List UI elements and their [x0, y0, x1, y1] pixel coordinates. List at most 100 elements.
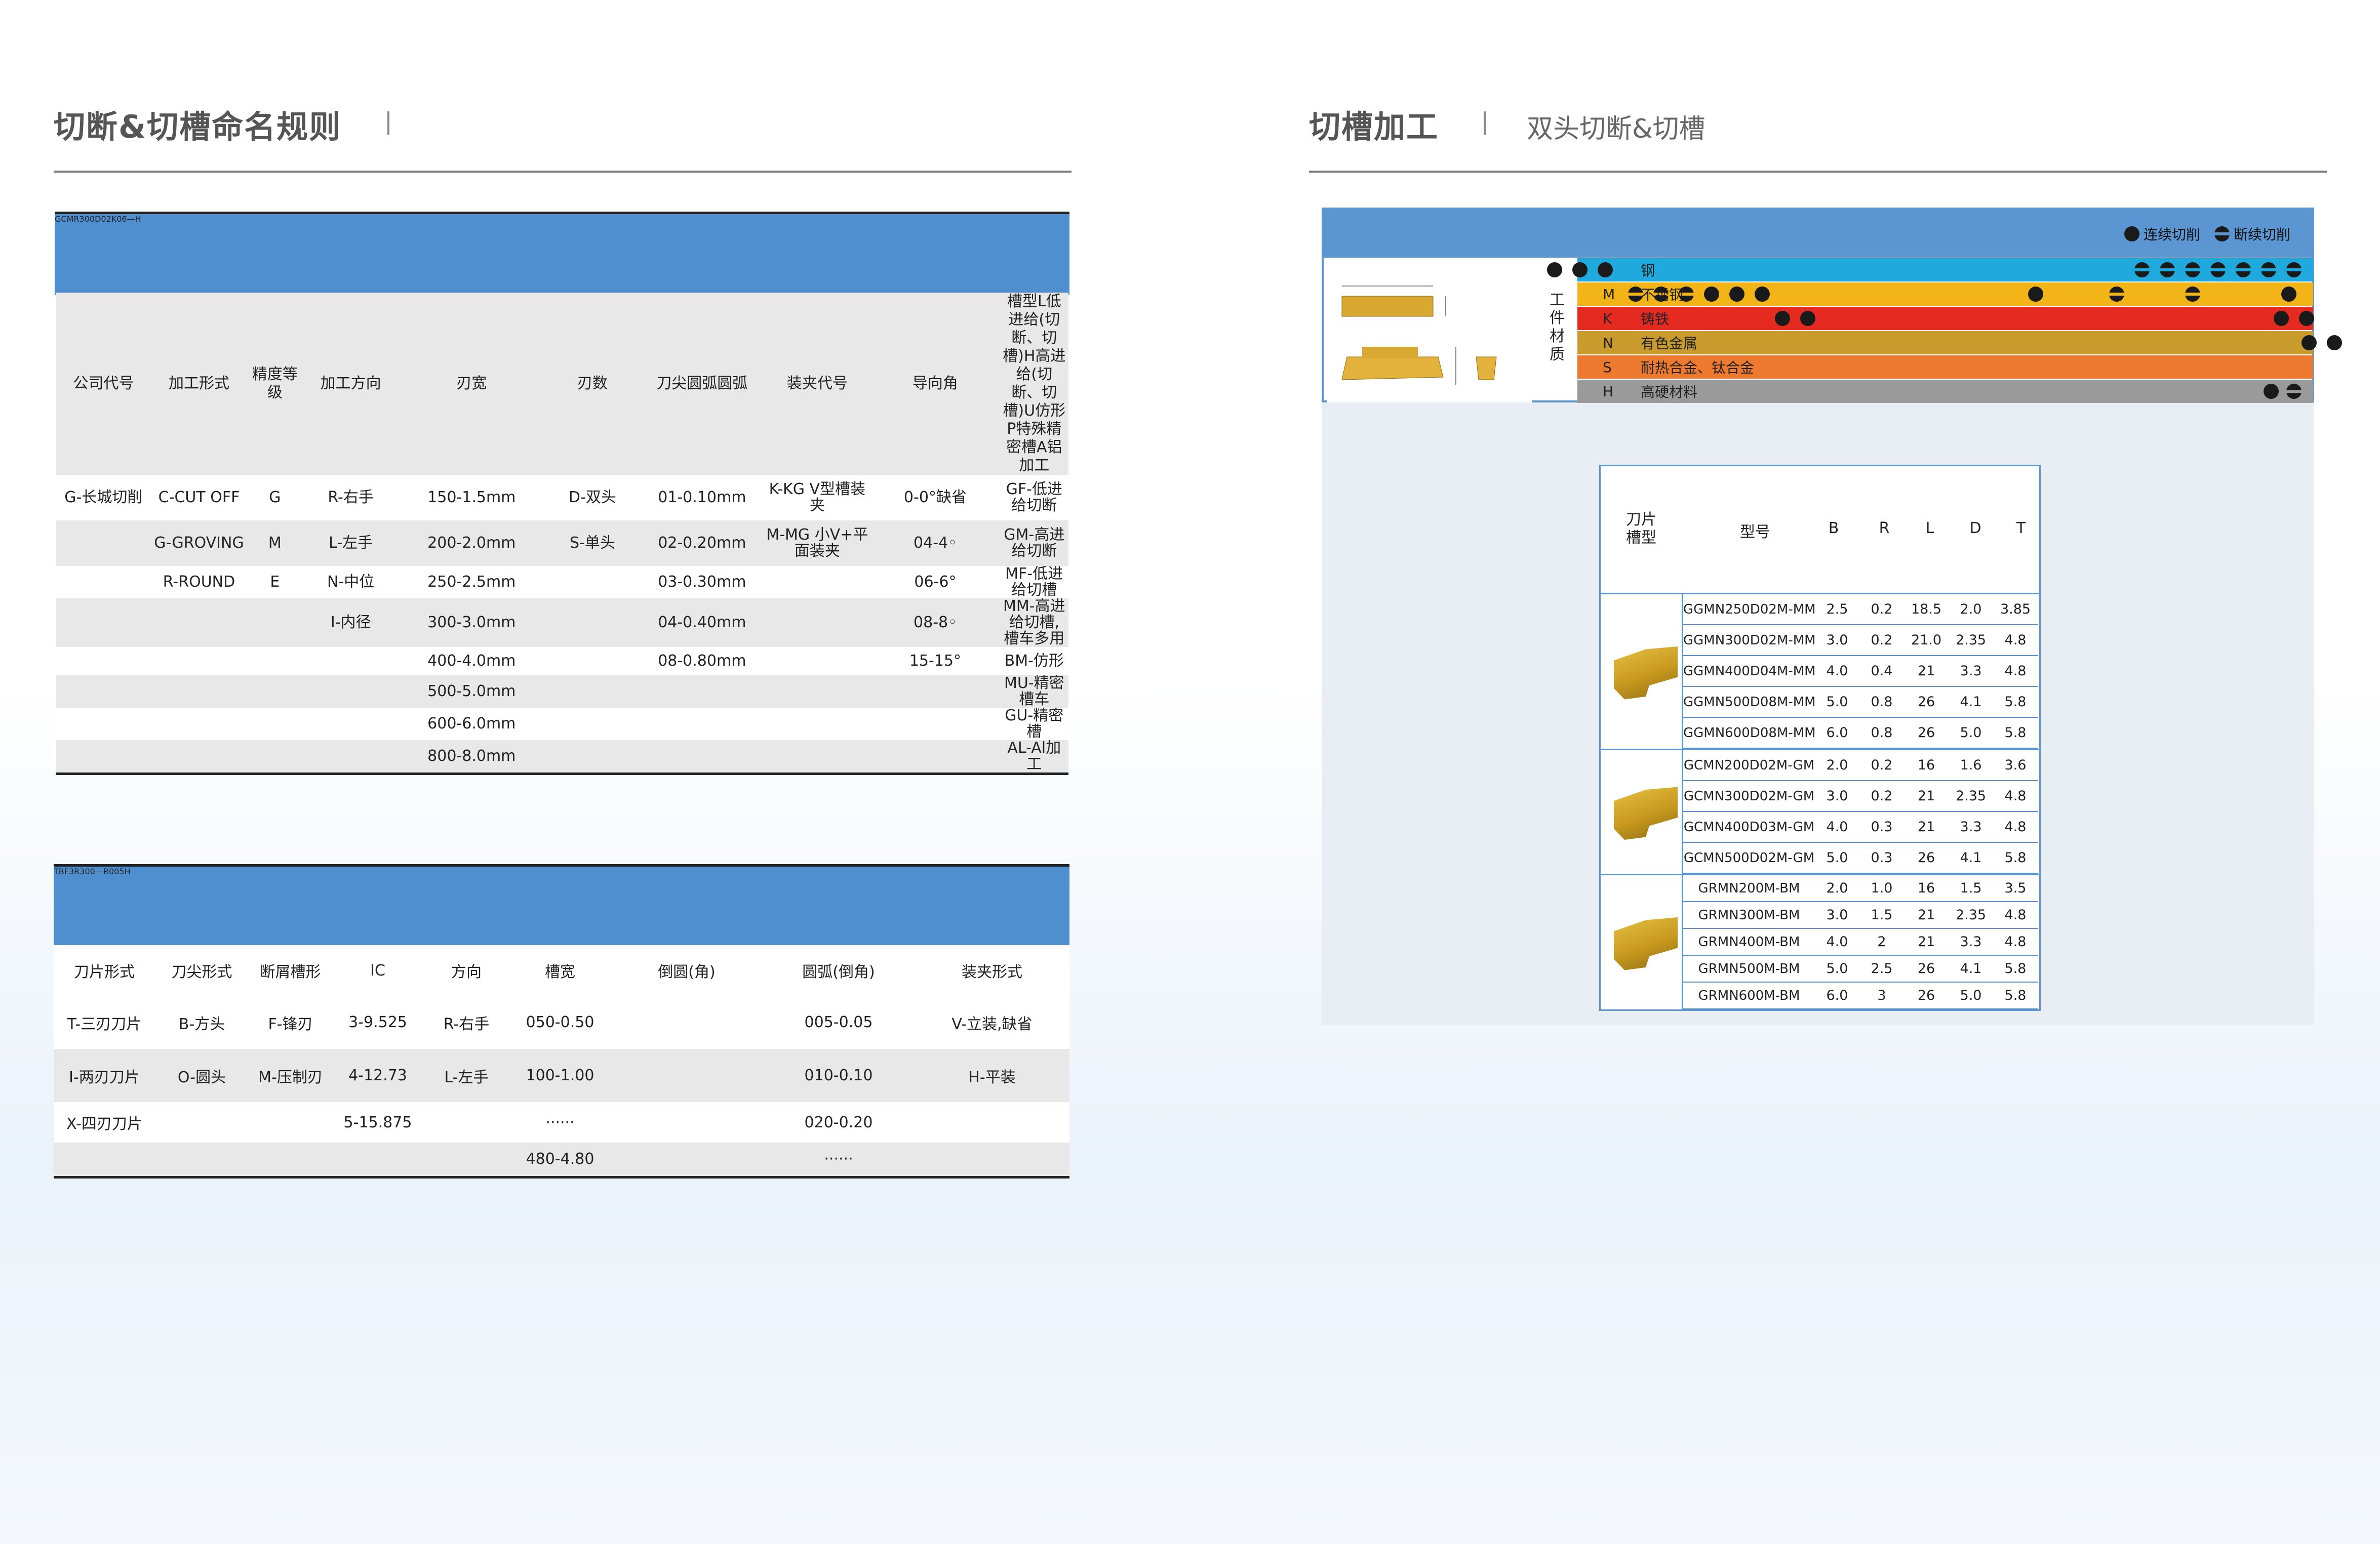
code-letter: R [73, 214, 80, 224]
spec-cell: 4.0 [1815, 656, 1859, 687]
table-cell [247, 647, 303, 675]
interrupted-cut-dot [2134, 262, 2150, 277]
material-rows: P钢M不锈钢 K 铸铁 N 有色金属 S 耐热合金、钛合金 H 高硬材料 [1547, 258, 2342, 405]
spec-cell: 5.8 [1993, 686, 2038, 718]
table-cell: 08-0.80mm [658, 652, 746, 670]
column-header: 刃宽 [456, 375, 487, 392]
spec-row: GGMN250D02M-MM 2.5 0.2 18.5 2.0 3.85 [1683, 594, 2038, 625]
spec-cell: 5.8 [1993, 717, 2038, 749]
material-vertical-label: 工件材质 [1550, 291, 1565, 363]
table-cell: 020-0.20 [804, 1113, 873, 1131]
table-cell [303, 740, 399, 774]
column-header: 装夹形式 [962, 963, 1022, 981]
code-letter: 3 [68, 867, 74, 876]
table-cell: D-双头 [568, 489, 616, 506]
table-cell [54, 1143, 155, 1177]
column-header: 刀尖圆弧圆弧 [656, 375, 748, 392]
table-row: 600-6.0mm GU-精密槽 [56, 708, 1068, 740]
model-cell: GGMN600D08M-MM [1683, 717, 1816, 749]
spec-cell: 0.2 [1859, 594, 1904, 625]
spec-cell: 3.3 [1949, 811, 1993, 843]
code-letter: H [124, 867, 131, 876]
model-cell: GRMN500M-BM [1683, 955, 1815, 983]
table-cell: 3-9.525 [348, 1013, 407, 1031]
interrupted-cut-dot [2236, 262, 2251, 277]
table-cell: ······ [545, 1113, 575, 1131]
column-header: 槽型L低进给(切断、切槽)H高进给(切断、切槽)U仿形P特殊精密槽A铝加工 [1003, 293, 1066, 474]
table-cell [247, 598, 303, 647]
table-cell [151, 740, 247, 774]
spec-group: GGMN250D02M-MM 2.5 0.2 18.5 2.0 3.85 GGMN300D0… [1601, 594, 2039, 750]
column-header: 公司代号 [73, 375, 134, 392]
table-cell: H-平装 [968, 1068, 1016, 1086]
table-cell [247, 740, 303, 774]
table-cell: K-KG V型槽装夹 [769, 480, 865, 514]
spec-row: GRMN500M-BM 5.0 2.5 26 4.1 5.8 [1683, 955, 2038, 983]
spec-cell: 5.8 [1993, 842, 2038, 874]
table-cell: 04-4◦ [914, 534, 957, 552]
continuous-cut-dot [2281, 287, 2296, 302]
spec-cell: 2.5 [1859, 955, 1904, 983]
table-cell [56, 708, 151, 740]
spec-cell: 3.0 [1815, 902, 1859, 929]
table-row: R-ROUND E N-中位 250-2.5mm 03-0.30mm 06-6° MF-低进… [56, 566, 1068, 598]
table-cell [545, 708, 641, 740]
table-cell [56, 740, 151, 774]
spec-cell: 5.0 [1949, 717, 1993, 749]
spec-cell: 5.0 [1815, 686, 1859, 718]
table-cell: MU-精密槽车 [1004, 675, 1064, 708]
spec-cell: 16 [1904, 875, 1949, 902]
table-cell: 050-0.50 [526, 1013, 594, 1031]
table-cell: 150-1.5mm [427, 489, 516, 506]
continuous-cut-dot [2264, 384, 2279, 399]
spec-cell: 2.35 [1949, 781, 1993, 812]
material-name: 有色金属 [1641, 335, 1698, 352]
table-cell: N-中位 [327, 573, 375, 591]
spec-cell: 5.0 [1815, 955, 1859, 983]
spec-column-header: 刀片槽型 [1626, 511, 1656, 547]
table-cell: 800-8.0mm [427, 747, 516, 765]
interrupted-cut-dot [1653, 287, 1669, 302]
table-cell: 15-15° [909, 652, 961, 670]
table-cell: B-方头 [178, 1015, 225, 1033]
spec-row: GCMN400D03M-GM 4.0 0.3 21 3.3 4.8 [1683, 811, 2038, 843]
title-divider [387, 111, 389, 135]
grooving-panel: 连续切削 断续切削 工件材质 P钢M不锈钢 K 铸铁 N 有色金属 S 耐热合金、钛合金 H 高… [1322, 208, 2342, 1025]
table-cell [56, 647, 151, 675]
title-divider-right [1484, 111, 1486, 135]
spec-cell: 26 [1904, 717, 1949, 749]
material-code: H [1603, 383, 1614, 400]
spec-cell: 3.0 [1815, 625, 1859, 656]
spec-cell: 21 [1904, 781, 1949, 812]
spec-cell: 2.35 [1949, 902, 1993, 929]
spec-cell: 0.3 [1859, 811, 1904, 843]
table-cell [303, 675, 399, 708]
spec-cell: 4.0 [1815, 928, 1859, 956]
code-letter: R [103, 867, 109, 876]
spec-row: GRMN600M-BM 6.0 3 26 5.0 5.8 [1683, 982, 2038, 1009]
insert-sketch [1327, 271, 1532, 402]
continuous-cut-dot [1729, 287, 1744, 302]
table-cell [870, 708, 1000, 740]
column-header: 刀尖形式 [171, 963, 232, 981]
table-cell [545, 740, 641, 774]
spec-cell: 21.0 [1904, 625, 1949, 656]
column-header: 刀片形式 [74, 963, 135, 981]
table-cell: BM-仿形 [1004, 652, 1064, 670]
table-cell: 04-0.40mm [658, 614, 746, 631]
continuous-cut-dot [2124, 226, 2139, 241]
material-row-M: M不锈钢 [1577, 282, 2313, 306]
spec-row: GCMN200D02M-GM 2.0 0.2 16 1.6 3.6 [1683, 750, 2038, 781]
spec-cell: 5.0 [1949, 982, 1993, 1009]
table-row: I-两刃刀片 O-圆头 M-压制刃 4-12.73 L-左手 100-1.00 010-0.… [54, 1049, 1069, 1102]
grooving-insert-icon [1614, 917, 1678, 970]
legend-interrupted: 断续切削 [2234, 226, 2291, 243]
table-cell [870, 675, 1000, 708]
model-cell: GCMN300D02M-GM [1683, 781, 1815, 812]
spec-row: GCMN300D02M-GM 3.0 0.2 21 2.35 4.8 [1683, 781, 2038, 812]
grooving-insert-icon [1614, 646, 1678, 700]
table-cell [249, 1102, 332, 1143]
continuous-cut-dot [1775, 311, 1790, 326]
spec-cell: 3.5 [1993, 875, 2038, 902]
interrupted-cut-dot [1628, 287, 1643, 302]
